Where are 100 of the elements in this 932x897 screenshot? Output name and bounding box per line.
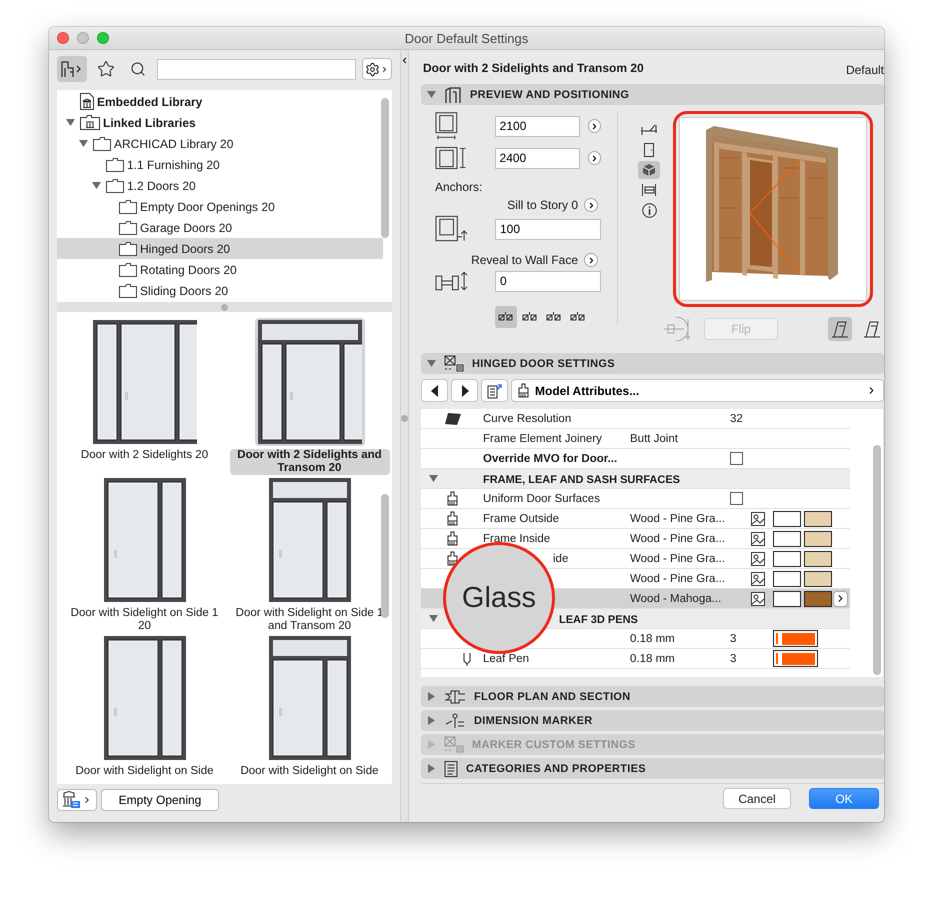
- section-header[interactable]: DIMENSION MARKER: [421, 710, 884, 731]
- cancel-button[interactable]: Cancel: [723, 788, 791, 809]
- pen-icon: [462, 652, 472, 666]
- object-caption: Door with Sidelight on Side: [74, 765, 215, 778]
- tree-item[interactable]: 1.1 Furnishing 20: [57, 154, 383, 175]
- height-field[interactable]: 2400: [494, 148, 580, 168]
- empty-opening-button[interactable]: Empty Opening: [101, 789, 219, 811]
- close-button[interactable]: [57, 32, 69, 44]
- search-field[interactable]: [157, 58, 356, 80]
- tree-item[interactable]: Linked Libraries: [57, 112, 383, 133]
- color-swatch[interactable]: [804, 530, 832, 546]
- texture-swatch[interactable]: [773, 550, 801, 566]
- surface-row[interactable]: Frame Outside Wood - Pine Gra...: [421, 509, 850, 529]
- expanded-arrow-icon[interactable]: [92, 181, 100, 190]
- expanded-arrow-icon[interactable]: [66, 118, 74, 127]
- height-options-button[interactable]: [588, 151, 601, 165]
- library-document-icon: [80, 93, 94, 110]
- pen-color-swatch[interactable]: [773, 650, 818, 667]
- tree-item[interactable]: Hinged Doors 20: [57, 238, 383, 259]
- library-browser-button[interactable]: [57, 56, 87, 82]
- collapsed-arrow-icon[interactable]: [427, 716, 436, 725]
- material-picker-icon[interactable]: [751, 512, 765, 526]
- dimension-marker-icon: [444, 712, 466, 728]
- tree-item[interactable]: ARCHICAD Library 20: [57, 133, 383, 154]
- sill-field[interactable]: 100: [495, 218, 601, 240]
- row-label: ide: [553, 552, 570, 564]
- material-picker-icon[interactable]: [751, 552, 765, 566]
- next-button[interactable]: [451, 379, 478, 402]
- row-value[interactable]: Butt Joint: [630, 432, 730, 444]
- anchors-label: Anchors:: [435, 180, 484, 194]
- collapsed-arrow-icon[interactable]: [427, 692, 436, 701]
- section-header[interactable]: FLOOR PLAN AND SECTION: [421, 686, 884, 707]
- material-name: Wood - Pine Gra...: [630, 532, 726, 544]
- material-picker-icon[interactable]: [751, 572, 765, 586]
- collapsed-arrow-icon[interactable]: [427, 764, 436, 773]
- anchor-option-button[interactable]: [495, 306, 517, 328]
- color-swatch[interactable]: [804, 570, 832, 586]
- pen-color-swatch[interactable]: [773, 630, 818, 647]
- folder-icon: [93, 136, 111, 150]
- expanded-arrow-icon[interactable]: [429, 474, 438, 483]
- tree-item[interactable]: Sliding Doors 20: [57, 280, 383, 301]
- scrollbar[interactable]: [873, 445, 881, 675]
- material-picker-icon[interactable]: [751, 532, 765, 546]
- tree-item[interactable]: Empty Door Openings 20: [57, 196, 383, 217]
- reveal-options-button[interactable]: [584, 253, 598, 267]
- expanded-arrow-icon[interactable]: [78, 139, 88, 148]
- anchor-icon: [498, 312, 514, 322]
- expanded-arrow-icon[interactable]: [429, 614, 438, 623]
- material-name: Wood - Mahoga...: [630, 592, 722, 604]
- gear-icon: [365, 62, 380, 76]
- tree-item[interactable]: Embedded Library: [57, 91, 383, 112]
- pen-marker-icon: [776, 633, 778, 644]
- object-caption: Door with Sidelight on Side 1 20: [70, 607, 220, 633]
- pen-number: 3: [730, 632, 738, 644]
- marker-settings-icon: [444, 355, 464, 372]
- previous-button[interactable]: [421, 379, 448, 402]
- anchor-icon: [522, 312, 538, 322]
- group-header[interactable]: FRAME, LEAF AND SASH SURFACES: [421, 469, 850, 489]
- document-list-icon: [444, 760, 458, 776]
- material-picker-icon[interactable]: [751, 592, 765, 606]
- width-options-button[interactable]: [588, 119, 601, 133]
- checkbox[interactable]: [730, 452, 743, 465]
- checkbox[interactable]: [730, 492, 743, 505]
- star-icon: [97, 60, 115, 78]
- door-width-icon: [435, 111, 458, 141]
- expanded-arrow-icon[interactable]: [427, 359, 436, 368]
- tree-item[interactable]: Rotating Doors 20: [57, 259, 383, 280]
- library-menu-button[interactable]: [57, 789, 97, 811]
- group-title: FRAME, LEAF AND SASH SURFACES: [483, 472, 681, 486]
- section-header[interactable]: PREVIEW AND POSITIONING: [421, 84, 884, 105]
- reveal-field[interactable]: 0: [495, 270, 601, 292]
- divider-handle[interactable]: [401, 415, 408, 422]
- expanded-arrow-icon[interactable]: [427, 90, 436, 99]
- texture-swatch[interactable]: [773, 570, 801, 586]
- section-header[interactable]: CATEGORIES AND PROPERTIES: [421, 758, 884, 779]
- color-swatch[interactable]: [804, 510, 832, 526]
- folder-icon: [119, 220, 137, 234]
- row-arrow-button[interactable]: [833, 590, 848, 606]
- texture-swatch[interactable]: [773, 590, 801, 606]
- anchor-icon: [570, 312, 586, 322]
- texture-swatch[interactable]: [773, 510, 801, 526]
- surface-row[interactable]: Frame Inside Wood - Pine Gra...: [421, 529, 850, 549]
- color-swatch[interactable]: [804, 550, 832, 566]
- tree-item[interactable]: 1.2 Doors 20: [57, 175, 383, 196]
- view-tab[interactable]: [638, 161, 660, 179]
- anchor-icon: [546, 312, 562, 322]
- scrollbar[interactable]: [381, 494, 389, 618]
- model-attributes-dropdown[interactable]: Model Attributes...: [511, 379, 884, 402]
- section-header[interactable]: HINGED DOOR SETTINGS: [421, 353, 884, 374]
- settings-button[interactable]: [362, 58, 392, 80]
- scrollbar[interactable]: [381, 98, 389, 238]
- orientation-button[interactable]: [828, 317, 852, 341]
- width-field[interactable]: 2100: [494, 116, 580, 136]
- material-name: Wood - Pine Gra...: [630, 552, 726, 564]
- export-list-button[interactable]: [481, 379, 508, 402]
- texture-swatch[interactable]: [773, 530, 801, 546]
- tree-item[interactable]: Garage Doors 20: [57, 217, 383, 238]
- plan-view-icon: [640, 123, 658, 137]
- sill-options-button[interactable]: [584, 198, 598, 212]
- color-swatch[interactable]: [804, 590, 832, 606]
